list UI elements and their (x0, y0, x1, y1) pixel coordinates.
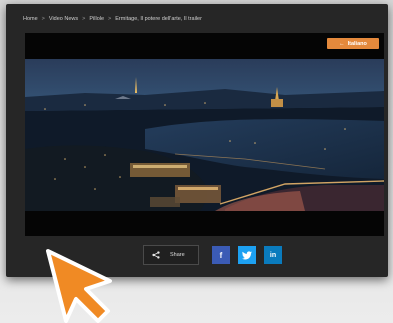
share-label: Share (170, 252, 185, 258)
breadcrumb-pillole[interactable]: Pillole (89, 16, 104, 22)
back-button-label: Italiano (347, 40, 367, 47)
facebook-share-button[interactable]: f (212, 246, 230, 264)
video-frame-image (25, 59, 384, 211)
linkedin-icon: in (269, 251, 277, 259)
breadcrumb-separator: > (41, 16, 45, 22)
twitter-share-button[interactable] (238, 246, 256, 264)
arrow-left-icon: ← (339, 40, 345, 47)
breadcrumb-current: Ermitage, Il potere dell'arte, Il traile… (115, 16, 202, 22)
night-city-aerial-image (25, 59, 384, 211)
video-player[interactable]: ← Italiano (25, 33, 384, 236)
facebook-icon: f (219, 250, 223, 260)
linkedin-share-button[interactable]: in (264, 246, 282, 264)
breadcrumb-home[interactable]: Home (23, 16, 38, 22)
breadcrumb: Home > Video News > Pillole > Ermitage, … (23, 16, 202, 22)
breadcrumb-separator: > (82, 16, 86, 22)
share-button[interactable]: Share (143, 245, 199, 265)
twitter-icon (242, 250, 252, 259)
breadcrumb-video-news[interactable]: Video News (49, 16, 78, 22)
share-icon (152, 251, 160, 259)
language-back-button[interactable]: ← Italiano (327, 38, 379, 49)
breadcrumb-separator: > (108, 16, 112, 22)
video-panel: Home > Video News > Pillole > Ermitage, … (6, 4, 388, 277)
pointer-cursor-icon (46, 249, 112, 323)
